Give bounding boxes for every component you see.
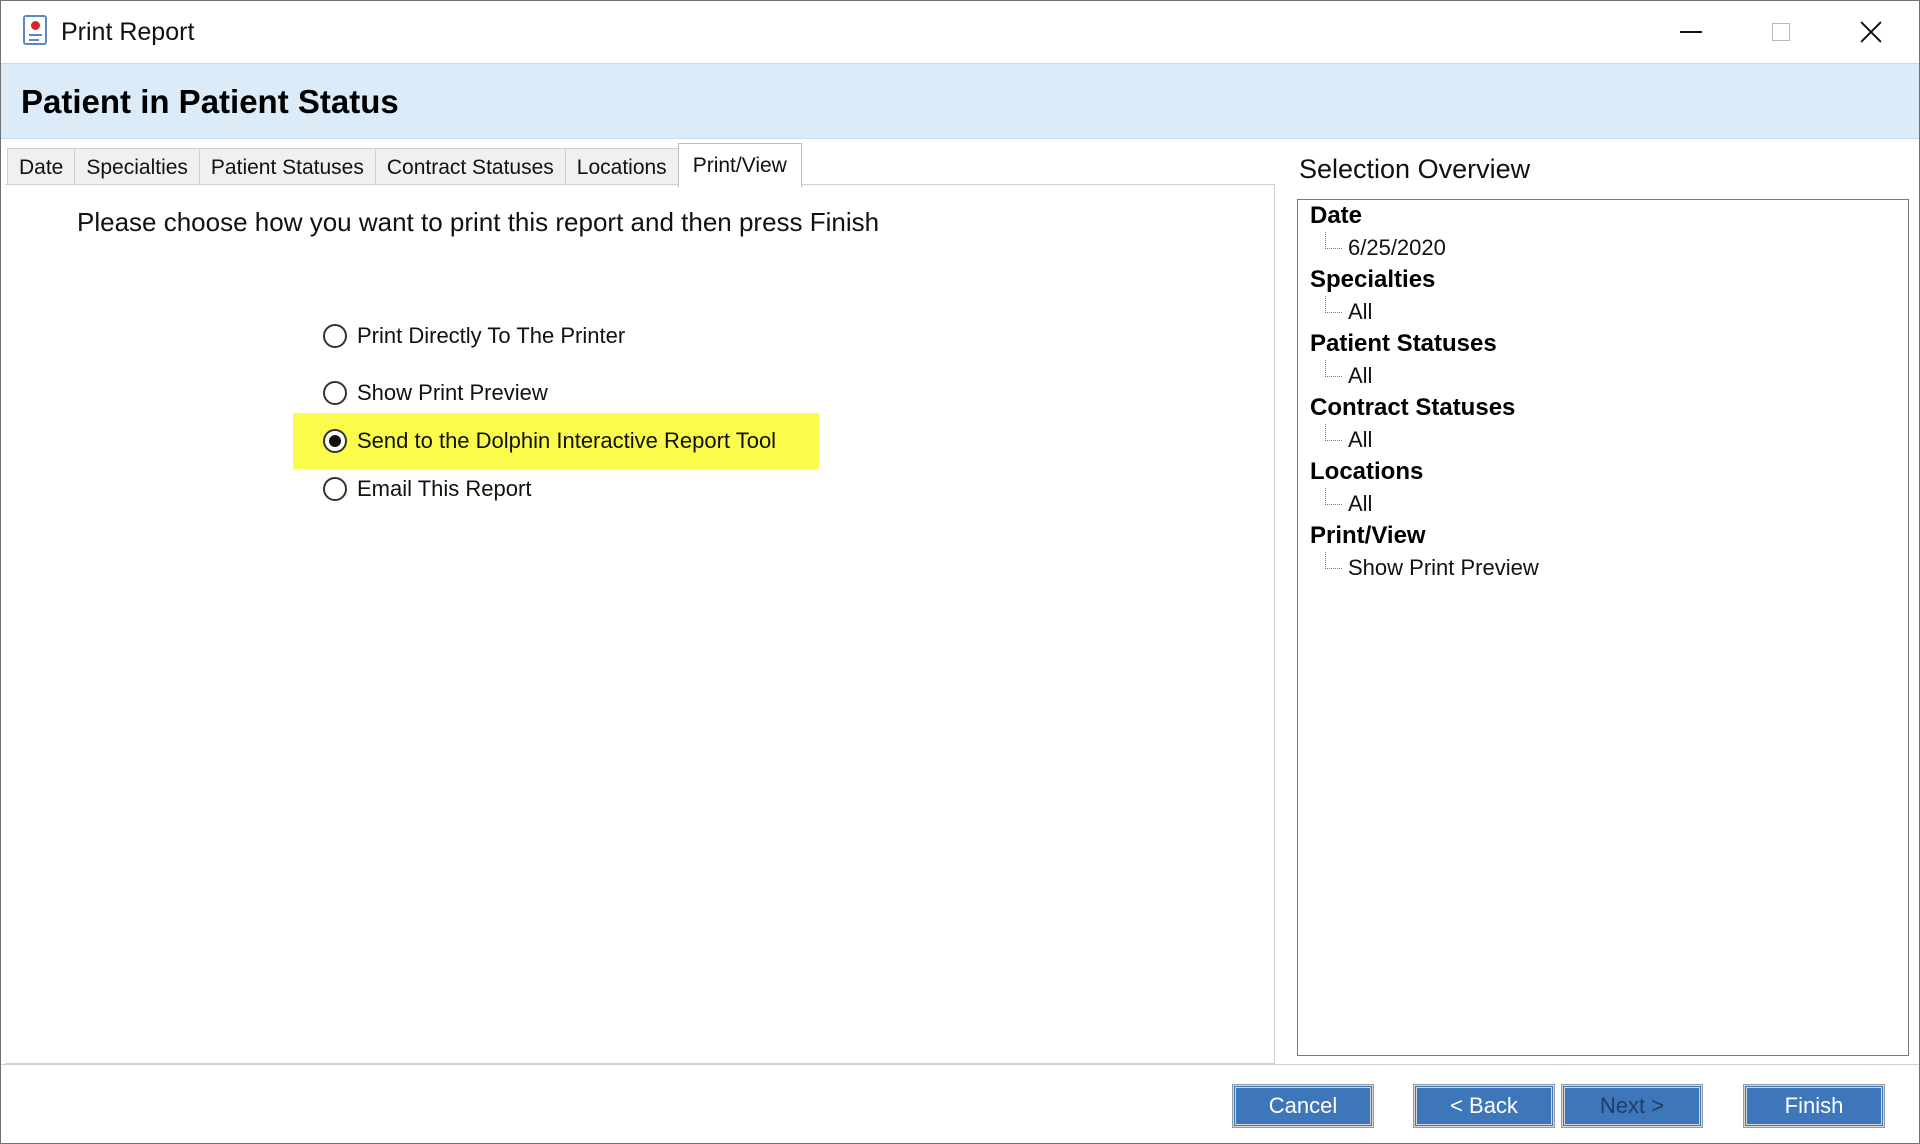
radio-button-selected[interactable] [323,429,347,453]
tree-heading: Patient Statuses [1310,330,1497,357]
tree-group-locations: Locations All [1310,456,1423,520]
radio-button[interactable] [323,381,347,405]
window-title: Print Report [61,18,195,46]
option-label: Show Print Preview [357,380,548,405]
next-button[interactable]: Next > [1561,1084,1703,1128]
tree-heading: Print/View [1310,522,1426,549]
report-title: Patient in Patient Status [21,83,399,120]
instruction-text: Please choose how you want to print this… [77,207,880,237]
minimize-button[interactable] [1647,1,1735,63]
title-bar[interactable]: Print Report [1,1,1919,63]
tab-patient-statuses[interactable]: Patient Statuses [198,148,376,186]
tree-value: Show Print Preview [1310,552,1539,584]
report-header: Patient in Patient Status [1,63,1919,139]
tab-specialties[interactable]: Specialties [74,148,200,186]
tab-date[interactable]: Date [7,148,76,186]
option-email-report[interactable]: Email This Report [323,467,531,511]
finish-button[interactable]: Finish [1743,1084,1885,1128]
tree-heading: Contract Statuses [1310,394,1516,421]
minimize-icon [1680,31,1702,33]
option-label: Print Directly To The Printer [357,323,626,348]
selection-overview-tree[interactable]: Date 6/25/2020 Specialties All Patient S… [1297,199,1909,1056]
tree-heading: Specialties [1310,266,1436,293]
cancel-button[interactable]: Cancel [1232,1084,1374,1128]
print-report-window: Print Report Patient in Patient Status D… [0,0,1920,1144]
tab-strip: Date Specialties Patient Statuses Contra… [7,143,802,187]
selection-overview-title: Selection Overview [1299,154,1531,184]
tab-contract-statuses[interactable]: Contract Statuses [374,148,566,186]
tree-group-print-view: Print/View Show Print Preview [1310,520,1539,584]
back-button[interactable]: < Back [1413,1084,1555,1128]
option-send-to-dolphin-tool[interactable]: Send to the Dolphin Interactive Report T… [323,419,776,463]
tree-value: 6/25/2020 [1310,232,1446,264]
tree-group-date: Date 6/25/2020 [1310,200,1446,264]
close-button[interactable] [1827,1,1915,63]
tree-heading: Date [1310,202,1363,229]
tree-value: All [1310,360,1497,392]
tree-group-specialties: Specialties All [1310,264,1435,328]
tree-value: All [1310,296,1435,328]
footer-divider [1,1064,1919,1065]
tree-heading: Locations [1310,458,1424,485]
tab-print-view[interactable]: Print/View [677,143,802,187]
radio-button[interactable] [323,477,347,501]
tree-group-patient-statuses: Patient Statuses All [1310,328,1497,392]
report-icon [23,15,47,45]
option-label: Send to the Dolphin Interactive Report T… [357,428,777,453]
option-print-directly[interactable]: Print Directly To The Printer [323,314,625,358]
tab-locations[interactable]: Locations [564,148,679,186]
tree-value: All [1310,488,1423,520]
maximize-icon [1772,23,1790,41]
tree-group-contract-statuses: Contract Statuses All [1310,392,1515,456]
close-icon [1860,21,1882,43]
radio-button[interactable] [323,324,347,348]
option-show-print-preview[interactable]: Show Print Preview [323,371,548,415]
option-label: Email This Report [357,476,532,501]
maximize-button[interactable] [1737,1,1825,63]
tree-value: All [1310,424,1515,456]
print-view-panel: Please choose how you want to print this… [5,184,1275,1064]
